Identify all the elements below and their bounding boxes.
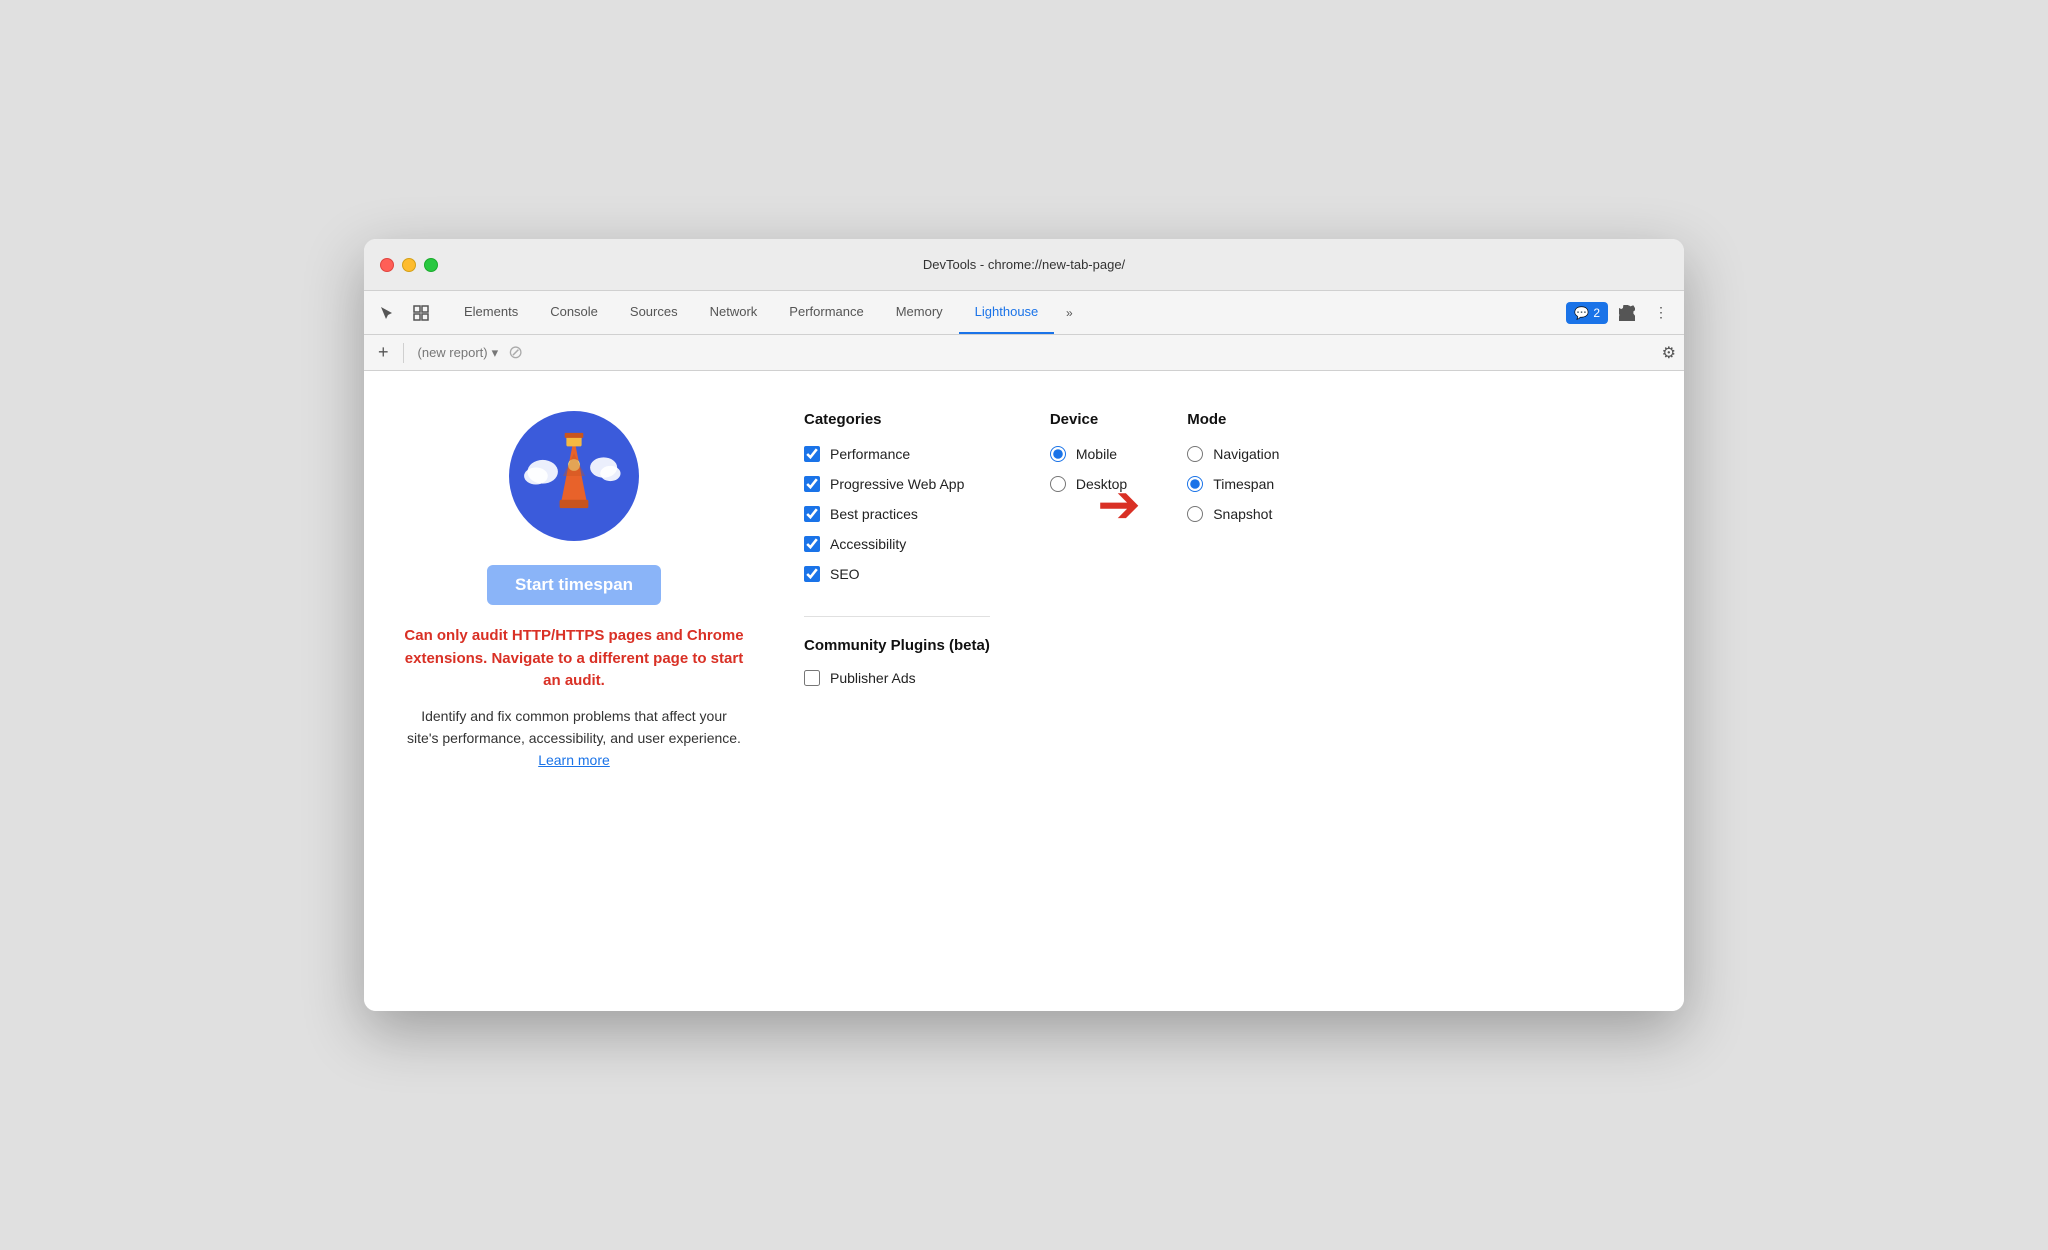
timespan-arrow: ➔ (1097, 479, 1141, 531)
lighthouse-logo (509, 411, 639, 541)
devtools-icons (372, 298, 436, 328)
pwa-checkbox[interactable] (804, 476, 820, 492)
category-accessibility: Accessibility (804, 536, 990, 552)
snapshot-label: Snapshot (1213, 506, 1272, 522)
mode-title: Mode (1187, 411, 1279, 428)
add-report-button[interactable]: + (372, 340, 395, 365)
categories-title: Categories (804, 411, 990, 428)
tabbar-actions: 💬 2 ⋮ (1566, 298, 1676, 328)
learn-more-link[interactable]: Learn more (538, 752, 610, 768)
chevron-down-icon: ▾ (492, 345, 499, 361)
timespan-radio[interactable] (1187, 476, 1203, 492)
tab-sources[interactable]: Sources (614, 291, 694, 334)
inspect-icon[interactable] (406, 298, 436, 328)
mode-timespan: Timespan (1187, 476, 1279, 492)
best-practices-checkbox[interactable] (804, 506, 820, 522)
category-performance: Performance (804, 446, 990, 462)
category-pwa: Progressive Web App (804, 476, 990, 492)
right-panel: Categories Performance Progressive Web A… (744, 411, 1644, 971)
timespan-label: Timespan (1213, 476, 1274, 492)
left-panel: Start timespan Can only audit HTTP/HTTPS… (404, 411, 744, 971)
feedback-icon: 💬 (1574, 306, 1589, 320)
settings-button[interactable] (1612, 298, 1642, 328)
performance-label: Performance (830, 446, 910, 462)
feedback-button[interactable]: 💬 2 (1566, 302, 1608, 324)
publisher-ads-checkbox[interactable] (804, 670, 820, 686)
tab-network[interactable]: Network (694, 291, 774, 334)
community-publisher-ads: Publisher Ads (804, 670, 990, 686)
pwa-label: Progressive Web App (830, 476, 964, 492)
tab-memory[interactable]: Memory (880, 291, 959, 334)
mode-navigation: Navigation (1187, 446, 1279, 462)
cancel-icon[interactable]: ⊘ (508, 342, 523, 363)
mode-section: Mode Navigation Timespan Snapshot (1187, 411, 1279, 522)
toolbar-settings-icon[interactable]: ⚙ (1662, 343, 1676, 363)
community-title: Community Plugins (beta) (804, 637, 990, 654)
cursor-icon[interactable] (372, 298, 402, 328)
seo-checkbox[interactable] (804, 566, 820, 582)
titlebar: DevTools - chrome://new-tab-page/ (364, 239, 1684, 291)
error-message: Can only audit HTTP/HTTPS pages and Chro… (404, 625, 744, 693)
mobile-label: Mobile (1076, 446, 1117, 462)
tabs-container: Elements Console Sources Network Perform… (448, 291, 1558, 334)
mode-container: ➔ Mode Navigation Timespan Snapshot (1187, 411, 1279, 522)
navigation-label: Navigation (1213, 446, 1279, 462)
start-timespan-button[interactable]: Start timespan (487, 565, 661, 605)
best-practices-label: Best practices (830, 506, 918, 522)
main-content: Start timespan Can only audit HTTP/HTTPS… (364, 371, 1684, 1011)
tab-performance[interactable]: Performance (773, 291, 879, 334)
categories-section: Categories Performance Progressive Web A… (804, 411, 990, 686)
more-tabs-icon[interactable]: » (1054, 298, 1084, 328)
publisher-ads-label: Publisher Ads (830, 670, 916, 686)
mode-snapshot: Snapshot (1187, 506, 1279, 522)
three-dots-button[interactable]: ⋮ (1646, 298, 1676, 328)
tab-console[interactable]: Console (534, 291, 614, 334)
traffic-lights (380, 258, 438, 272)
device-title: Device (1050, 411, 1127, 428)
accessibility-label: Accessibility (830, 536, 906, 552)
accessibility-checkbox[interactable] (804, 536, 820, 552)
lighthouse-toolbar: + (new report) ▾ ⊘ ⚙ (364, 335, 1684, 371)
description-text: Identify and fix common problems that af… (404, 705, 744, 772)
navigation-radio[interactable] (1187, 446, 1203, 462)
category-best-practices: Best practices (804, 506, 990, 522)
toolbar-divider (403, 343, 404, 363)
tab-elements[interactable]: Elements (448, 291, 534, 334)
window-title: DevTools - chrome://new-tab-page/ (923, 257, 1125, 272)
seo-label: SEO (830, 566, 860, 582)
maximize-button[interactable] (424, 258, 438, 272)
tab-bar: Elements Console Sources Network Perform… (364, 291, 1684, 335)
desktop-radio[interactable] (1050, 476, 1066, 492)
devtools-window: DevTools - chrome://new-tab-page/ Elemen (364, 239, 1684, 1011)
close-button[interactable] (380, 258, 394, 272)
report-selector[interactable]: (new report) ▾ (412, 343, 505, 363)
performance-checkbox[interactable] (804, 446, 820, 462)
mobile-radio[interactable] (1050, 446, 1066, 462)
tab-lighthouse[interactable]: Lighthouse (959, 291, 1055, 334)
minimize-button[interactable] (402, 258, 416, 272)
device-mobile: Mobile (1050, 446, 1127, 462)
report-label: (new report) (418, 345, 488, 360)
category-seo: SEO (804, 566, 990, 582)
snapshot-radio[interactable] (1187, 506, 1203, 522)
